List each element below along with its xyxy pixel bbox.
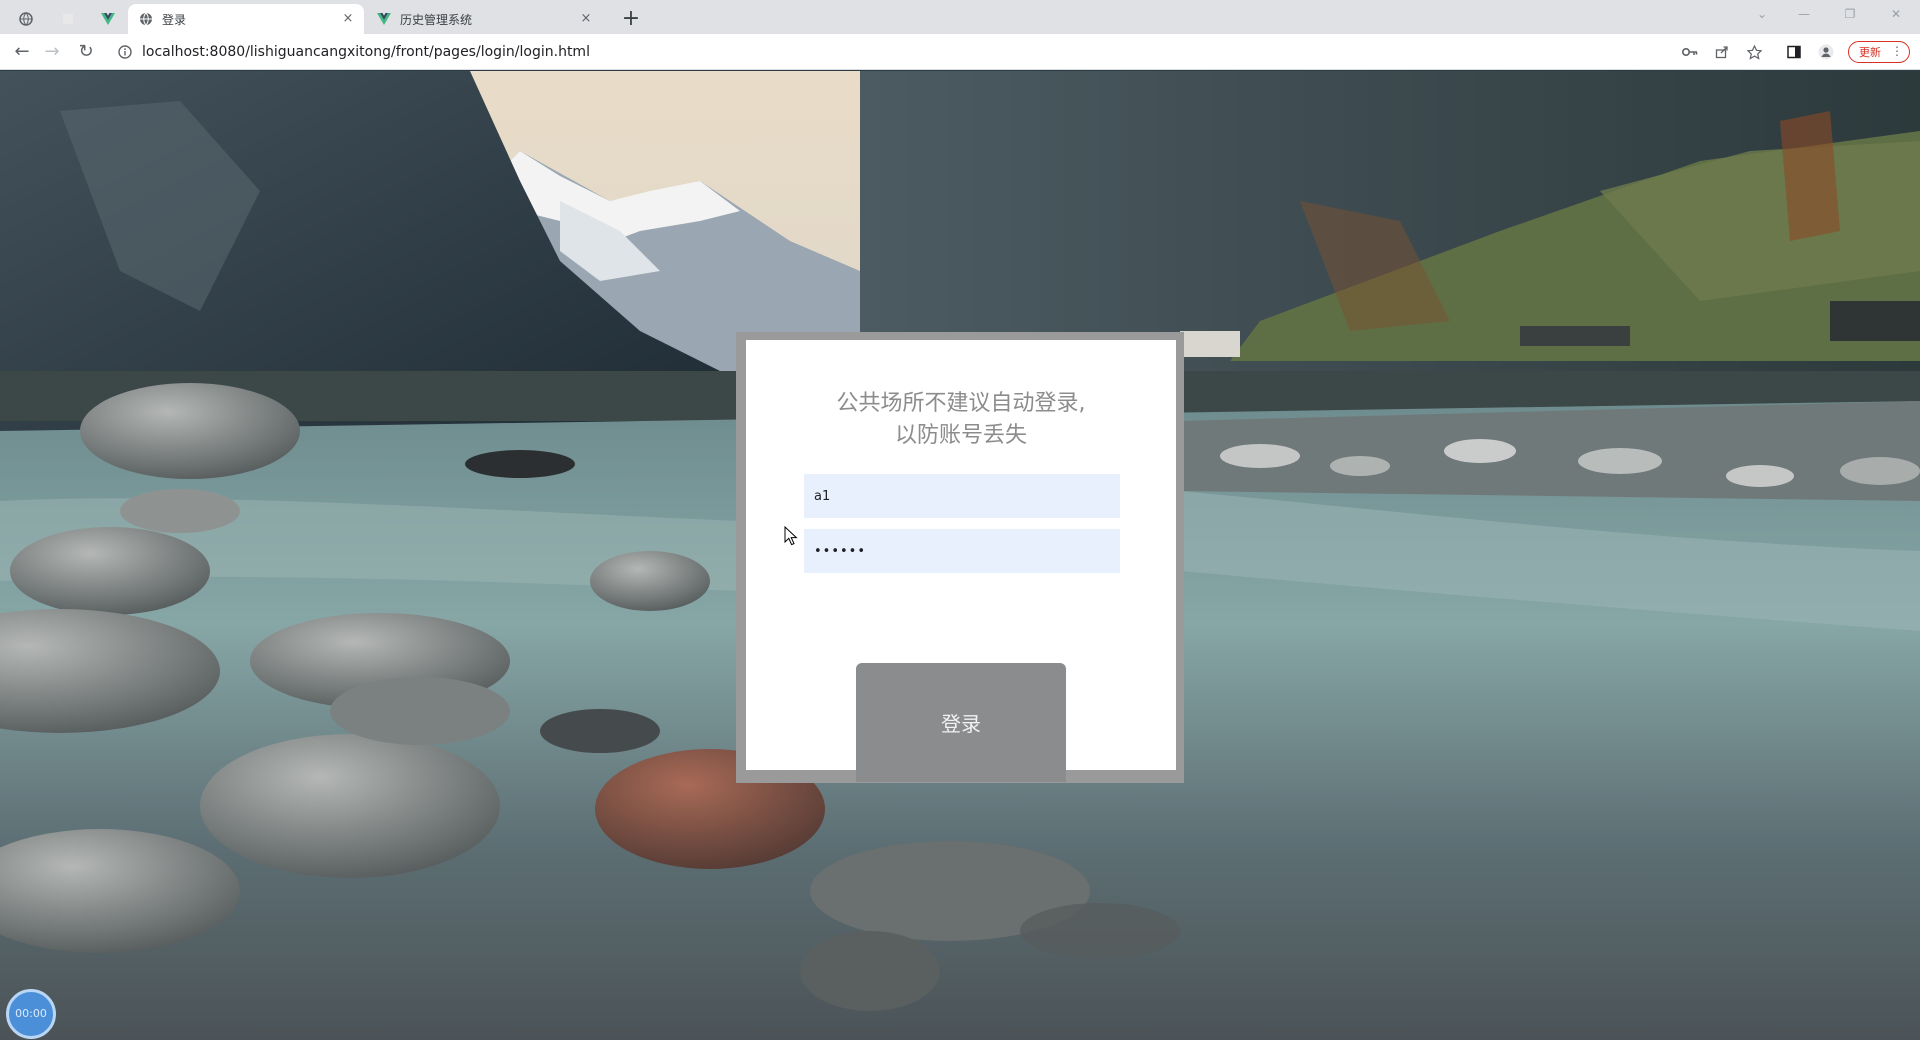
tab-close-icon[interactable]: × — [578, 11, 594, 27]
reload-icon[interactable]: ↻ — [74, 40, 98, 64]
login-card-frame: 公共场所不建议自动登录, 以防账号丢失 登录 — [736, 332, 1184, 783]
vue-logo-icon — [376, 11, 392, 27]
browser-tab-bar: 登录 × 历史管理系统 × + ⌄ — ❐ ✕ — [0, 0, 1920, 34]
tab-pinned-2[interactable] — [48, 4, 88, 34]
profile-avatar-icon[interactable] — [1816, 42, 1836, 62]
tab-login[interactable]: 登录 × — [128, 4, 364, 34]
tab-pinned-3[interactable] — [88, 4, 128, 34]
menu-dots-icon[interactable]: ⋮ — [1891, 44, 1903, 58]
close-window-icon[interactable]: ✕ — [1876, 0, 1916, 30]
blank-page-icon — [60, 11, 76, 27]
vue-logo-icon — [100, 11, 116, 27]
new-tab-button[interactable]: + — [617, 6, 645, 34]
mouse-cursor-icon — [784, 526, 798, 546]
tab-title: 历史管理系统 — [400, 12, 473, 27]
login-form: 公共场所不建议自动登录, 以防账号丢失 登录 — [746, 340, 1176, 782]
globe-icon — [18, 11, 34, 27]
title-line-2: 以防账号丢失 — [894, 423, 1027, 448]
login-button[interactable]: 登录 — [856, 663, 1066, 782]
address-bar[interactable]: localhost:8080/lishiguancangxitong/front… — [110, 39, 1670, 65]
update-label: 更新 — [1859, 46, 1881, 59]
tab-close-icon[interactable]: × — [340, 11, 356, 27]
tab-pinned-1[interactable] — [6, 4, 46, 34]
tab-history-system[interactable]: 历史管理系统 × — [366, 4, 602, 34]
page-viewport: 公共场所不建议自动登录, 以防账号丢失 登录 00:00 — [0, 71, 1920, 1040]
key-icon[interactable] — [1680, 42, 1700, 62]
bookmark-star-icon[interactable] — [1744, 42, 1764, 62]
login-warning-title: 公共场所不建议自动登录, 以防账号丢失 — [746, 388, 1176, 452]
tab-search-icon[interactable]: ⌄ — [1742, 0, 1782, 30]
restore-icon[interactable]: ❐ — [1830, 0, 1870, 30]
minimize-icon[interactable]: — — [1784, 0, 1824, 30]
update-button[interactable]: 更新 ⋮ — [1848, 41, 1910, 63]
back-arrow-icon[interactable]: ← — [10, 40, 34, 64]
forward-arrow-icon[interactable]: → — [40, 40, 64, 64]
password-input[interactable] — [804, 529, 1120, 573]
address-url[interactable]: localhost:8080/lishiguancangxitong/front… — [142, 44, 590, 60]
share-icon[interactable] — [1712, 42, 1732, 62]
globe-icon — [138, 11, 154, 27]
side-panel-icon[interactable] — [1784, 42, 1804, 62]
username-input[interactable] — [804, 474, 1120, 518]
site-info-icon[interactable] — [116, 43, 134, 61]
browser-toolbar: ← → ↻ localhost:8080/lishiguancangxitong… — [0, 34, 1920, 70]
title-line-1: 公共场所不建议自动登录, — [836, 391, 1086, 416]
tab-title: 登录 — [162, 12, 187, 27]
floating-timer-badge[interactable]: 00:00 — [6, 989, 56, 1039]
